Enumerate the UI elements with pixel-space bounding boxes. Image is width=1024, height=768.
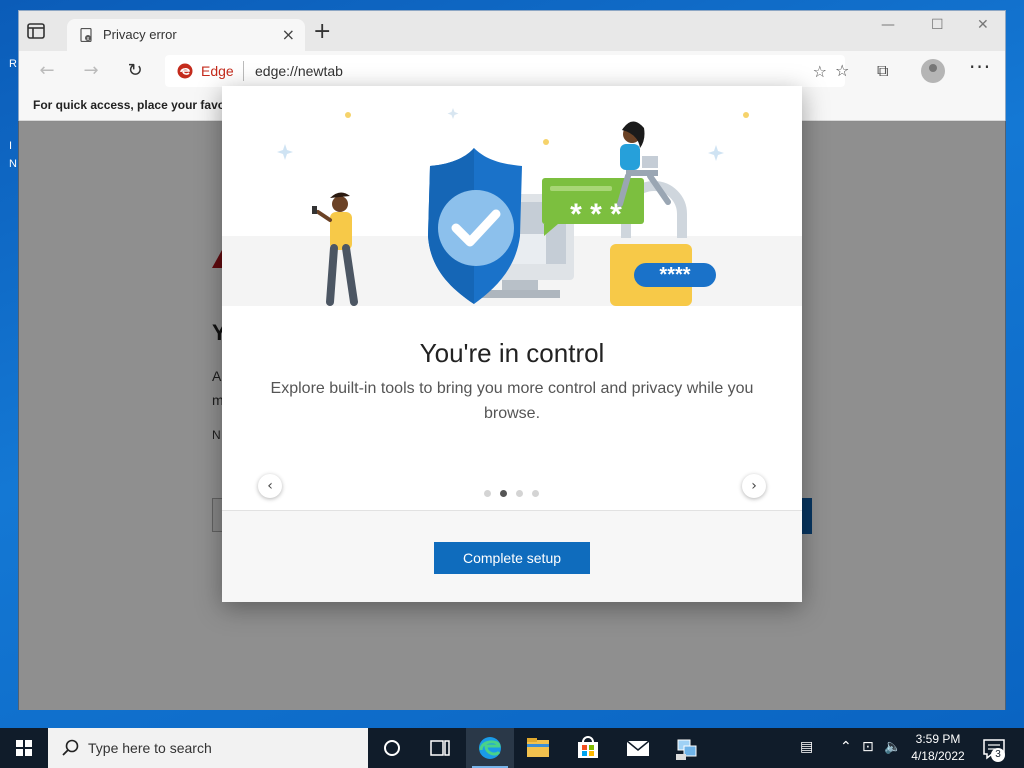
warning-page-icon: x: [80, 28, 92, 42]
favorites-icon[interactable]: ☆: [835, 61, 849, 80]
privacy-illustration: **** * * *: [222, 86, 802, 306]
edge-taskbar-icon[interactable]: [466, 728, 514, 768]
network-tray-icon[interactable]: ⊡: [862, 739, 874, 755]
complete-setup-button[interactable]: Complete setup: [434, 542, 590, 574]
tab-bar: x Privacy error × + — ☐ ✕: [19, 11, 1005, 51]
back-button[interactable]: ←: [35, 59, 59, 83]
address-divider: [243, 61, 244, 81]
dialog-description: Explore built-in tools to bring you more…: [270, 380, 754, 422]
volume-muted-icon[interactable]: 🔈: [884, 739, 901, 755]
address-bar[interactable]: Edge edge://newtab ☆: [165, 55, 845, 87]
browser-toolbar: ← → ↻ Edge edge://newtab ☆ ☆ ⧉ ···: [19, 51, 1005, 91]
carousel-dot[interactable]: [484, 490, 491, 497]
search-icon: [62, 739, 79, 756]
task-view-icon[interactable]: [416, 728, 464, 768]
carousel-next-button[interactable]: ›: [742, 474, 766, 498]
taskbar-search-box[interactable]: Type here to search: [48, 728, 368, 768]
file-explorer-icon[interactable]: [514, 728, 562, 768]
clock-date: 4/18/2022: [911, 749, 965, 763]
svg-text:x: x: [87, 36, 90, 42]
carousel-dot[interactable]: [516, 490, 523, 497]
svg-text:****: ****: [659, 264, 690, 286]
network-app-icon[interactable]: [662, 728, 710, 768]
maximize-button[interactable]: ☐: [931, 17, 944, 33]
forward-button[interactable]: →: [79, 59, 103, 83]
add-favorite-icon[interactable]: ☆: [813, 62, 827, 81]
taskbar-search-placeholder: Type here to search: [88, 740, 212, 756]
minimize-button[interactable]: —: [881, 17, 895, 33]
taskbar-clock[interactable]: 3:59 PM 4/18/2022: [906, 731, 970, 765]
more-menu-button[interactable]: ···: [969, 55, 991, 79]
clock-time: 3:59 PM: [915, 732, 961, 746]
tab-privacy-error[interactable]: x Privacy error ×: [67, 19, 305, 51]
collections-icon[interactable]: ⧉: [877, 61, 888, 81]
setup-dialog: **** * * * You're in control Explore bui…: [222, 86, 802, 602]
url-text[interactable]: edge://newtab: [255, 63, 343, 79]
dialog-footer: Complete setup: [222, 510, 802, 602]
desktop-icon-label-fragment[interactable]: R: [9, 58, 17, 70]
notification-count-badge: 3: [991, 748, 1005, 762]
profile-avatar[interactable]: [921, 59, 945, 83]
mail-icon[interactable]: [614, 728, 662, 768]
tab-actions-icon[interactable]: [27, 23, 45, 39]
edge-brand-icon: [177, 63, 193, 79]
close-window-button[interactable]: ✕: [977, 17, 989, 33]
favorites-bar-hint: For quick access, place your favorites h…: [33, 98, 223, 112]
show-hidden-icons-chevron[interactable]: ⌃: [840, 739, 852, 755]
tab-close-icon[interactable]: ×: [282, 25, 295, 44]
carousel-pagination: [482, 490, 542, 498]
store-icon[interactable]: [564, 728, 612, 768]
dialog-title: You're in control: [419, 338, 605, 368]
carousel-previous-button[interactable]: ‹: [258, 474, 282, 498]
new-tab-button[interactable]: +: [313, 21, 331, 43]
cortana-icon[interactable]: [368, 728, 416, 768]
carousel-dot[interactable]: [532, 490, 539, 497]
privacy-illustration-art: **** * * *: [222, 86, 802, 306]
svg-text:* * *: * * *: [570, 198, 622, 231]
tab-title: Privacy error: [103, 27, 177, 42]
carousel-dot-active[interactable]: [500, 490, 507, 497]
address-brand-label: Edge: [201, 63, 234, 79]
news-widget-icon[interactable]: ▤: [800, 739, 813, 755]
windows-start-icon[interactable]: [0, 728, 48, 768]
taskbar: Type here to search ▤ ⌃ ⊡ 🔈 3:59 PM 4/18…: [0, 728, 1024, 768]
refresh-button[interactable]: ↻: [123, 59, 147, 83]
desktop-icon-label-fragment[interactable]: I: [9, 140, 12, 152]
desktop-icon-label-fragment[interactable]: N: [9, 158, 17, 170]
